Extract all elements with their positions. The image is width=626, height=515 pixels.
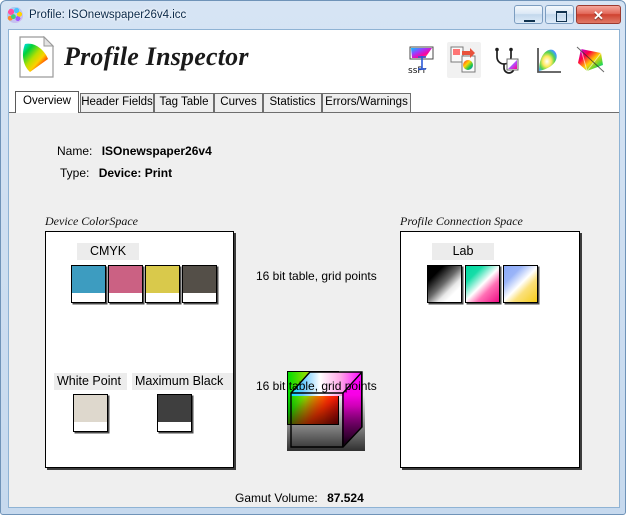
tab-statistics[interactable]: Statistics xyxy=(263,93,322,112)
svg-text:ssPr: ssPr xyxy=(408,66,427,76)
pcs-table-info: 16 bit table, grid points xyxy=(256,379,377,393)
black-swatch-fill xyxy=(183,266,216,293)
field-type: Type: Device: Print xyxy=(60,166,172,180)
lab-l-swatch xyxy=(427,265,462,303)
lab-a-gradient xyxy=(466,266,499,302)
profile-convert-icon[interactable] xyxy=(447,42,481,78)
window-controls: ✕ xyxy=(514,5,621,24)
application-window: Profile: ISOnewspaper26v4.icc ✕ Profile … xyxy=(0,0,626,515)
minimize-icon xyxy=(524,17,535,22)
device-table-info: 16 bit table, grid points xyxy=(256,269,377,283)
yellow-swatch-fill xyxy=(146,266,179,293)
lab-l-gradient xyxy=(428,266,461,302)
maximum-black-swatch-fill xyxy=(158,395,191,422)
white-point-swatch xyxy=(73,394,108,432)
overview-panel: Name: ISOnewspaper26v4 Type: Device: Pri… xyxy=(9,112,619,507)
field-type-label: Type: xyxy=(60,166,90,180)
device-colorspace-label: Device ColorSpace xyxy=(45,214,138,228)
tab-header-fields[interactable]: Header Fields xyxy=(80,93,154,112)
pcs-model-label: Lab xyxy=(432,243,494,260)
toolbar: ssPr xyxy=(405,35,607,85)
lab-b-gradient xyxy=(504,266,537,302)
profile-document-gamut-icon xyxy=(19,36,55,78)
magenta-swatch xyxy=(108,265,143,303)
close-icon: ✕ xyxy=(593,8,604,23)
field-type-value: Device: Print xyxy=(98,166,173,180)
yellow-swatch xyxy=(145,265,180,303)
magenta-swatch-fill xyxy=(109,266,142,293)
lab-b-swatch xyxy=(503,265,538,303)
lab-a-swatch xyxy=(465,265,500,303)
client-area: Profile Inspector ssPr Overview Header F… xyxy=(8,29,620,508)
gamut-volume-label: Gamut Volume: xyxy=(235,491,318,505)
gamut-volume: Gamut Volume: 87.524 xyxy=(235,491,364,505)
field-name-label: Name: xyxy=(57,144,93,158)
brain-icon xyxy=(7,6,23,23)
rgb-to-printer-icon[interactable]: ssPr xyxy=(405,42,439,78)
maximum-black-label: Maximum Black xyxy=(132,373,233,390)
device-model-label: CMYK xyxy=(77,243,139,260)
minimize-button[interactable] xyxy=(514,5,543,24)
white-point-label: White Point xyxy=(54,373,127,390)
maximum-black-swatch xyxy=(157,394,192,432)
window-title: Profile: ISOnewspaper26v4.icc xyxy=(29,8,187,21)
field-name-value: ISOnewspaper26v4 xyxy=(101,144,212,158)
tab-tag-table[interactable]: Tag Table xyxy=(154,93,214,112)
tab-curves[interactable]: Curves xyxy=(214,93,263,112)
gamut-volume-value: 87.524 xyxy=(327,491,364,505)
cyan-swatch xyxy=(71,265,106,303)
tab-bar: Overview Header Fields Tag Table Curves … xyxy=(9,91,619,113)
app-header: Profile Inspector ssPr xyxy=(9,30,619,93)
maximize-icon xyxy=(556,11,567,22)
gamut-3d-icon[interactable] xyxy=(573,42,607,78)
tab-errors-warnings[interactable]: Errors/Warnings xyxy=(322,93,411,112)
chromaticity-plot-icon[interactable] xyxy=(531,42,565,78)
page-title: Profile Inspector xyxy=(64,42,249,71)
white-point-swatch-fill xyxy=(74,395,107,422)
maximize-button[interactable] xyxy=(545,5,574,24)
tab-overview[interactable]: Overview xyxy=(15,91,79,113)
pcs-label: Profile Connection Space xyxy=(400,214,523,228)
field-name: Name: ISOnewspaper26v4 xyxy=(57,144,212,158)
black-swatch xyxy=(182,265,217,303)
close-button[interactable]: ✕ xyxy=(576,5,621,24)
stethoscope-inspect-icon[interactable] xyxy=(489,42,523,78)
cyan-swatch-fill xyxy=(72,266,105,293)
